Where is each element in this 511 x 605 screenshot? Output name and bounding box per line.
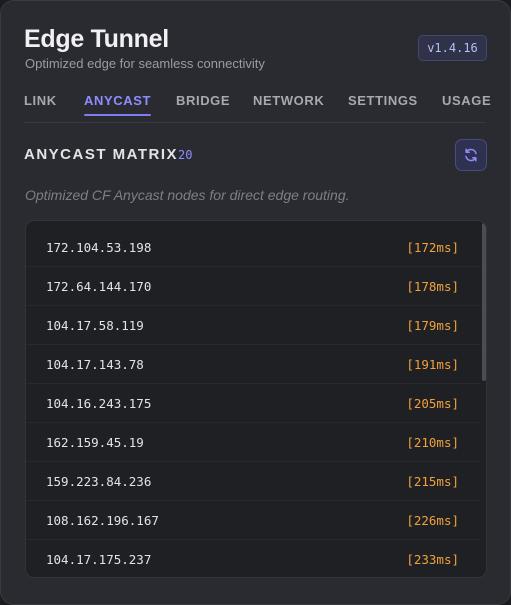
node-ip: 159.223.84.236 (46, 474, 152, 489)
node-ip: 172.104.53.198 (46, 240, 152, 255)
tab-settings[interactable]: SETTINGS (348, 93, 418, 117)
node-latency: [178ms] (406, 279, 459, 294)
list-item[interactable]: 104.17.58.119 [179ms] (26, 306, 481, 345)
section-title: ANYCAST MATRIX (24, 146, 179, 163)
node-ip: 104.17.58.119 (46, 318, 144, 333)
list-item[interactable]: 108.162.196.167 [226ms] (26, 501, 481, 540)
list-item[interactable]: 162.159.45.19 [210ms] (26, 423, 481, 462)
list-item[interactable]: 172.104.53.198 [172ms] (26, 228, 481, 267)
node-ip: 162.159.45.19 (46, 435, 144, 450)
tab-link[interactable]: LINK (24, 93, 57, 117)
node-latency: [191ms] (406, 357, 459, 372)
tab-bar: LINK ANYCAST BRIDGE NETWORK SETTINGS USA… (24, 93, 491, 123)
node-latency: [179ms] (406, 318, 459, 333)
node-count: 20 (178, 148, 193, 162)
node-latency: [205ms] (406, 396, 459, 411)
scroll-thumb[interactable] (482, 223, 486, 381)
node-latency: [210ms] (406, 435, 459, 450)
tab-network[interactable]: NETWORK (253, 93, 324, 117)
app-subtitle: Optimized edge for seamless connectivity (25, 56, 265, 71)
app-title: Edge Tunnel (24, 25, 169, 53)
version-badge: v1.4.16 (418, 35, 487, 61)
refresh-icon (465, 148, 477, 162)
node-ip: 172.64.144.170 (46, 279, 152, 294)
node-ip: 104.17.143.78 (46, 357, 144, 372)
list-item[interactable]: 104.17.175.237 [233ms] (26, 540, 481, 577)
list-item[interactable]: 104.17.143.78 [191ms] (26, 345, 481, 384)
tab-bridge[interactable]: BRIDGE (176, 93, 230, 117)
node-ip: 104.17.175.237 (46, 552, 152, 567)
node-latency: [172ms] (406, 240, 459, 255)
node-ip: 104.16.243.175 (46, 396, 152, 411)
section-description: Optimized CF Anycast nodes for direct ed… (25, 187, 350, 203)
node-ip: 108.162.196.167 (46, 513, 159, 528)
node-latency: [215ms] (406, 474, 459, 489)
tab-usage[interactable]: USAGE (442, 93, 491, 117)
node-latency: [226ms] (406, 513, 459, 528)
list-scrollbar[interactable] (481, 221, 486, 577)
refresh-button[interactable] (455, 139, 487, 171)
list-item[interactable]: 159.223.84.236 [215ms] (26, 462, 481, 501)
list-item[interactable]: 104.16.243.175 [205ms] (26, 384, 481, 423)
list-item[interactable]: 172.64.144.170 [178ms] (26, 267, 481, 306)
node-latency: [233ms] (406, 552, 459, 567)
anycast-node-list: 172.104.53.198 [172ms] 172.64.144.170 [1… (25, 220, 487, 578)
tab-anycast[interactable]: ANYCAST (84, 93, 152, 117)
app-panel: Edge Tunnel Optimized edge for seamless … (0, 0, 511, 605)
